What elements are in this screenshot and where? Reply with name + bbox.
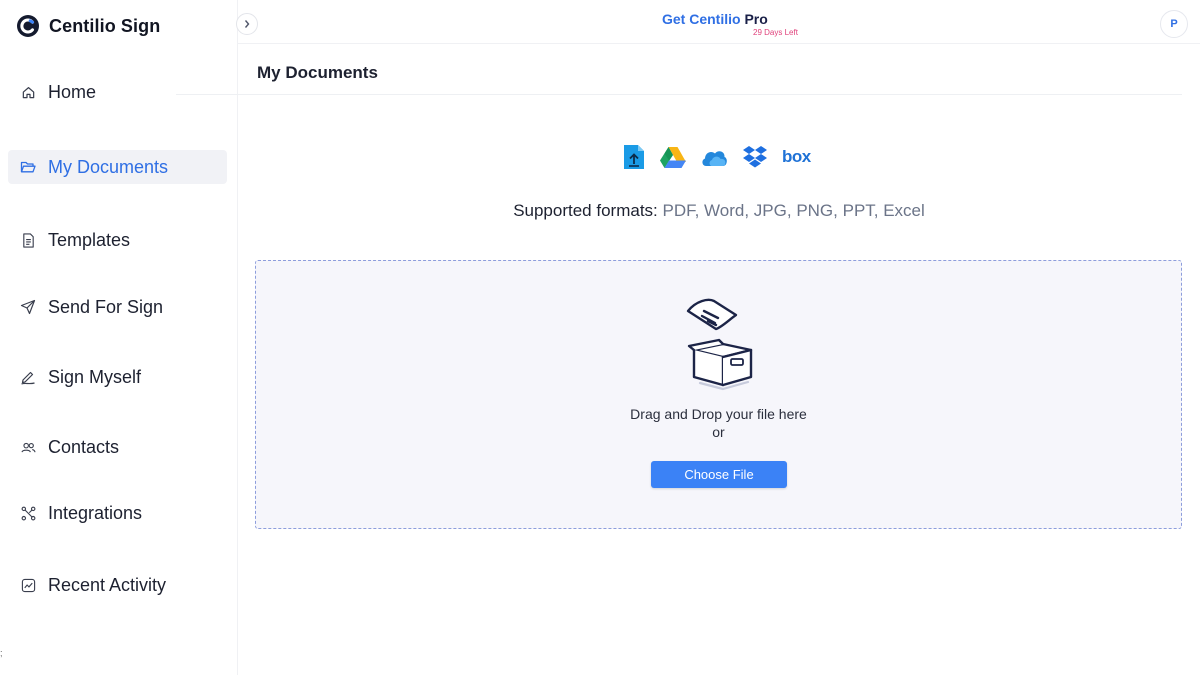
document-icon [20, 232, 36, 248]
integrations-icon [20, 505, 36, 521]
sidebar-item-label: Recent Activity [48, 574, 167, 595]
upload-sources: box [622, 142, 825, 172]
pen-icon [20, 369, 36, 385]
trial-days-left: 29 Days Left [753, 28, 798, 37]
file-box-illustration-icon [686, 298, 753, 391]
sidebar-toggle-button[interactable] [236, 13, 258, 35]
activity-chart-icon [20, 577, 36, 593]
top-bar: Get Centilio Pro 29 Days Left P [238, 0, 1200, 44]
sidebar: Centilio Sign Home My Documents Template… [0, 0, 238, 675]
send-icon [20, 299, 36, 315]
home-icon [20, 84, 36, 100]
sidebar-item-my-documents[interactable]: My Documents [8, 150, 227, 184]
formats-label: Supported formats: [513, 201, 658, 220]
get-pro-link[interactable]: Get Centilio Pro [662, 11, 768, 27]
chevron-right-icon [244, 20, 250, 28]
promo-suffix: Pro [740, 11, 768, 27]
dropbox-icon[interactable] [742, 142, 768, 172]
file-drop-zone[interactable]: Drag and Drop your file here or Choose F… [255, 260, 1182, 529]
stray-character: ; [0, 648, 3, 658]
sidebar-item-label: Templates [48, 229, 131, 250]
sidebar-item-home[interactable]: Home [8, 75, 227, 109]
formats-value: PDF, Word, JPG, PNG, PPT, Excel [657, 201, 925, 220]
user-avatar[interactable]: P [1160, 10, 1188, 38]
sidebar-item-label: Contacts [48, 436, 120, 457]
promo-prefix: Get Centilio [662, 11, 741, 27]
drop-instructions: Drag and Drop your file here [630, 406, 807, 422]
google-drive-icon[interactable] [660, 142, 686, 172]
sidebar-item-send-for-sign[interactable]: Send For Sign [8, 290, 227, 324]
box-icon[interactable]: box [782, 142, 811, 172]
sidebar-item-label: Send For Sign [48, 296, 164, 317]
sidebar-item-recent-activity[interactable]: Recent Activity [8, 568, 227, 602]
sidebar-item-label: Sign Myself [48, 366, 142, 387]
sidebar-item-label: My Documents [48, 156, 169, 177]
centilio-logo-icon [17, 15, 39, 37]
users-icon [20, 439, 36, 455]
sidebar-item-templates[interactable]: Templates [8, 223, 227, 257]
sidebar-item-integrations[interactable]: Integrations [8, 496, 227, 530]
divider [176, 94, 238, 95]
brand[interactable]: Centilio Sign [16, 12, 160, 40]
divider [238, 94, 1182, 95]
brand-name: Centilio Sign [49, 15, 161, 36]
upload-icon[interactable] [622, 142, 646, 172]
onedrive-icon[interactable] [700, 142, 728, 172]
page-title: My Documents [257, 63, 378, 82]
sidebar-item-label: Integrations [48, 502, 143, 523]
sidebar-item-contacts[interactable]: Contacts [8, 430, 227, 464]
folder-open-icon [20, 159, 36, 175]
sidebar-item-sign-myself[interactable]: Sign Myself [8, 360, 227, 394]
drop-or-text: or [712, 424, 725, 440]
supported-formats: Supported formats: PDF, Word, JPG, PNG, … [0, 201, 1200, 221]
sidebar-item-label: Home [48, 81, 97, 102]
choose-file-button[interactable]: Choose File [651, 461, 787, 488]
